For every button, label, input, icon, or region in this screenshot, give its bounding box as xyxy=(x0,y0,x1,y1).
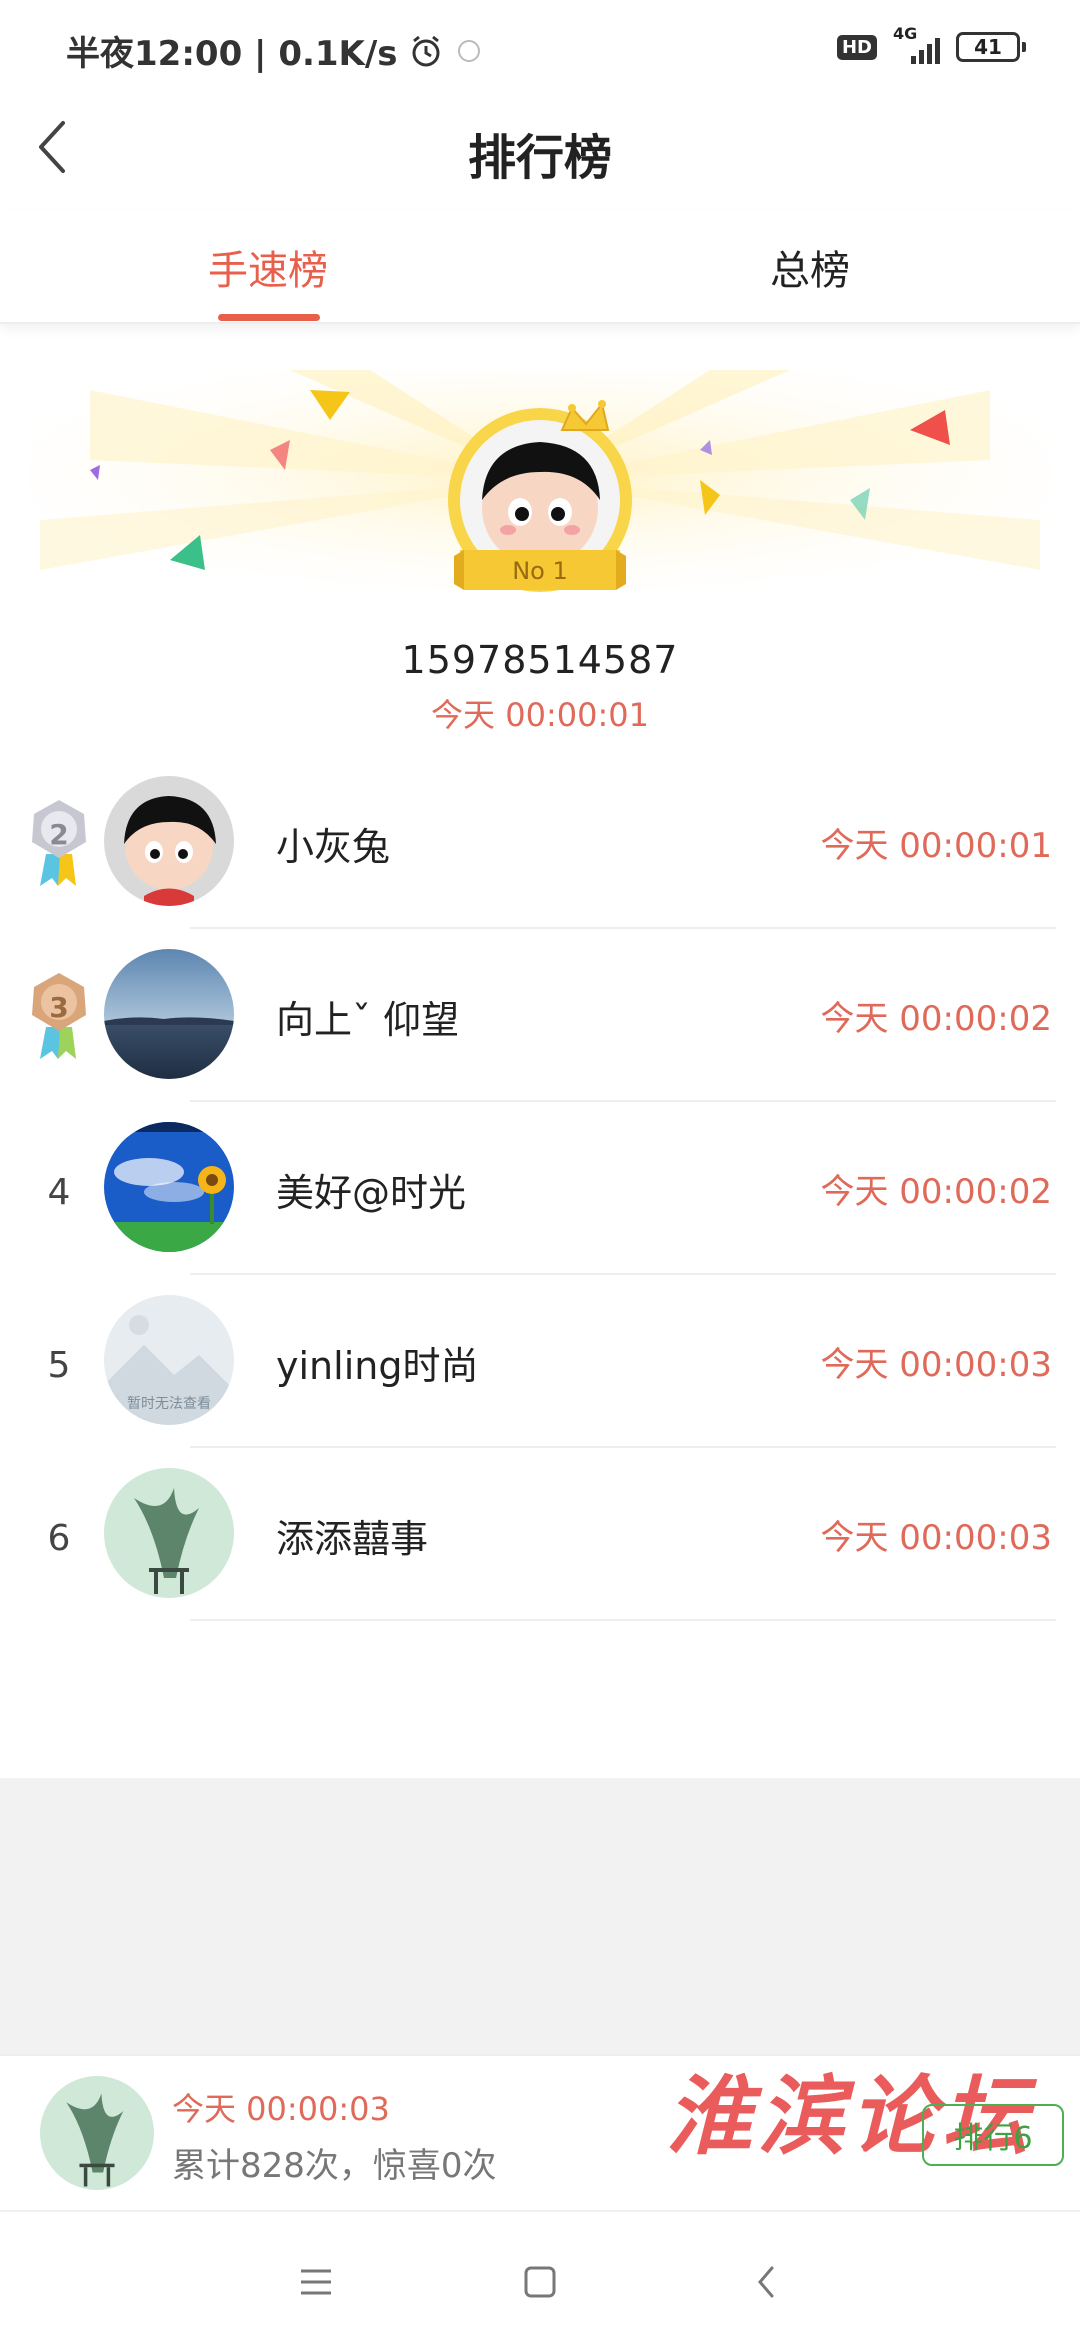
status-right: HD 4G 41 xyxy=(836,24,1026,64)
home-button[interactable] xyxy=(510,2252,570,2312)
rank-number: 4 xyxy=(47,1171,71,1213)
my-avatar[interactable] xyxy=(40,2076,154,2190)
tab-bar: 手速榜 总榜 xyxy=(0,210,1080,324)
tab-speed-rank[interactable]: 手速榜 xyxy=(208,238,328,296)
list-item[interactable]: 3 向上ˇ 仰望 今天 00:00:02 xyxy=(0,929,1080,1102)
no1-badge: No 1 xyxy=(512,557,568,585)
avatar[interactable]: 暂时无法查看 xyxy=(104,1295,234,1425)
list-item[interactable]: 5 暂时无法查看 yinling时尚 今天 00:00:03 xyxy=(0,1275,1080,1448)
list-item[interactable]: 2 小灰兔 今天 00:00:01 xyxy=(0,756,1080,929)
do-not-disturb-icon xyxy=(457,39,480,62)
rank-number: 6 xyxy=(47,1517,71,1559)
my-rank-bar: 今天 00:00:03 累计828次，惊喜0次 淮滨论坛 排行6 xyxy=(0,2054,1080,2212)
rank-list: 2 小灰兔 今天 00:00:01 3 向上ˇ 仰望 今天 00:00:02 4… xyxy=(0,756,1080,1621)
menu-button[interactable] xyxy=(286,2252,346,2312)
rank-number: 5 xyxy=(47,1344,71,1386)
list-item[interactable]: 6 添添囍事 今天 00:00:03 xyxy=(0,1448,1080,1621)
user-time: 今天 00:00:02 xyxy=(820,1172,1052,1212)
top-user-time: 今天 00:00:01 xyxy=(431,696,649,734)
avatar[interactable] xyxy=(104,1468,234,1598)
top-user-name[interactable]: 15978514587 xyxy=(0,638,1080,682)
list-item[interactable]: 4 美好@时光 今天 00:00:02 xyxy=(0,1102,1080,1275)
system-nav-bar xyxy=(0,2210,1080,2342)
top-avatar-frame[interactable]: No 1 xyxy=(440,400,640,600)
header: 排行榜 xyxy=(0,100,1080,200)
rank-number: 2 xyxy=(49,818,69,851)
status-time: 半夜12:00 | 0.1K/s xyxy=(66,34,398,74)
user-name: 添添囍事 xyxy=(276,1517,429,1561)
user-time: 今天 00:00:03 xyxy=(820,1518,1052,1558)
status-bar: 半夜12:00 | 0.1K/s HD 4G 41 xyxy=(0,0,1080,100)
user-time: 今天 00:00:02 xyxy=(820,999,1052,1039)
user-time: 今天 00:00:01 xyxy=(820,826,1052,866)
hd-badge: HD xyxy=(836,34,877,60)
silver-medal-icon: 2 xyxy=(24,796,94,896)
nav-back-button[interactable] xyxy=(736,2252,796,2312)
user-name: 小灰兔 xyxy=(276,825,391,869)
status-left: 半夜12:00 | 0.1K/s xyxy=(66,26,484,75)
network-label: 4G xyxy=(893,24,918,43)
active-tab-indicator xyxy=(218,314,320,321)
user-time: 今天 00:00:03 xyxy=(820,1345,1052,1385)
menu-icon xyxy=(301,2269,331,2295)
tab-overall-rank[interactable]: 总榜 xyxy=(770,238,850,296)
back-icon xyxy=(758,2266,774,2298)
my-time: 今天 00:00:03 xyxy=(172,2090,390,2128)
user-name: 美好@时光 xyxy=(276,1171,467,1215)
avatar[interactable] xyxy=(104,776,234,906)
my-rank-button[interactable]: 排行6 xyxy=(922,2104,1064,2166)
home-icon xyxy=(524,2266,556,2298)
top-rank-section: No 1 15978514587 今天 00:00:01 xyxy=(0,360,1080,740)
signal-icon: 4G xyxy=(893,24,940,64)
divider xyxy=(190,1619,1056,1621)
my-stats: 累计828次，惊喜0次 xyxy=(172,2146,497,2186)
avatar[interactable] xyxy=(104,1122,234,1252)
alarm-icon xyxy=(412,35,440,66)
avatar[interactable] xyxy=(104,949,234,1079)
battery-icon: 41 xyxy=(956,32,1026,62)
user-name: 向上ˇ 仰望 xyxy=(276,998,460,1042)
rank-number: 3 xyxy=(49,991,69,1024)
avatar-caption: 暂时无法查看 xyxy=(127,1396,211,1412)
page-title: 排行榜 xyxy=(467,130,612,186)
user-name: yinling时尚 xyxy=(276,1344,479,1388)
bronze-medal-icon: 3 xyxy=(24,969,94,1069)
empty-area xyxy=(0,1778,1080,2054)
